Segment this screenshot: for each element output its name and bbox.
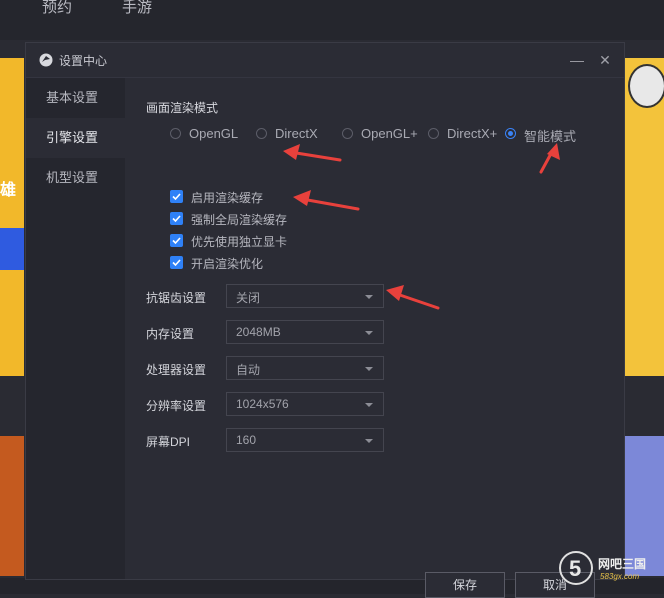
resolution-select[interactable]: 1024x576 (226, 392, 384, 416)
radio-label: DirectX+ (447, 126, 498, 141)
minimize-button[interactable]: — (568, 51, 586, 69)
select-value: 关闭 (236, 291, 261, 305)
radio-circle[interactable] (505, 128, 516, 139)
settings-dialog: 设置中心 — ✕ 基本设置 引擎设置 机型设置 画面渲染模式 OpenGL Di… (25, 42, 625, 598)
chevron-down-icon (365, 367, 373, 371)
checkbox-label: 启用渲染缓存 (191, 191, 264, 205)
cloud-illustration (628, 64, 664, 108)
background-right-banner (624, 58, 664, 376)
radio-label: 智能模式 (524, 129, 577, 144)
radio-circle[interactable] (428, 128, 439, 139)
radio-label: OpenGL (189, 126, 239, 141)
render-mode-title: 画面渲染模式 (146, 101, 219, 115)
radio-circle[interactable] (256, 128, 267, 139)
engine-settings-panel: 画面渲染模式 OpenGL DirectX OpenGL+ DirectX+ 智… (125, 78, 624, 598)
checkbox-label: 优先使用独立显卡 (191, 235, 288, 249)
screen-dpi-label: 屏幕DPI (146, 435, 191, 449)
watermark-text: 网吧三国 (598, 557, 647, 571)
dialog-titlebar[interactable]: 设置中心 — ✕ (26, 43, 624, 78)
memory-label: 内存设置 (146, 327, 195, 341)
background-header: 预约 手游 (0, 0, 664, 40)
checkbox-label: 开启渲染优化 (191, 257, 264, 271)
select-value: 1024x576 (236, 397, 289, 411)
checkbox-checked-icon[interactable] (170, 234, 183, 247)
radio-circle[interactable] (170, 128, 181, 139)
radio-circle[interactable] (342, 128, 353, 139)
sidebar-item-device-model[interactable]: 机型设置 (26, 158, 125, 198)
app-logo-icon (39, 53, 53, 67)
checkbox-checked-icon[interactable] (170, 212, 183, 225)
sidebar-item-basic[interactable]: 基本设置 (26, 78, 125, 118)
chevron-down-icon (365, 331, 373, 335)
radio-label: OpenGL+ (361, 126, 418, 141)
banner-blue-block (0, 228, 24, 270)
radio-label: DirectX (275, 126, 318, 141)
processor-select[interactable]: 自动 (226, 356, 384, 380)
checkbox-checked-icon[interactable] (170, 256, 183, 269)
tab-mobile-games[interactable]: 手游 (122, 0, 152, 16)
memory-select[interactable]: 2048MB (226, 320, 384, 344)
background-game-card-left[interactable] (0, 436, 24, 576)
sidebar-item-engine[interactable]: 引擎设置 (26, 118, 125, 158)
screen-dpi-select[interactable]: 160 (226, 428, 384, 452)
resolution-label: 分辨率设置 (146, 399, 207, 413)
dialog-title: 设置中心 (59, 54, 108, 68)
chevron-down-icon (365, 403, 373, 407)
banner-text: 雄 (0, 182, 17, 199)
select-value: 2048MB (236, 325, 281, 339)
chevron-down-icon (365, 295, 373, 299)
save-button[interactable]: 保存 (425, 572, 505, 598)
select-value: 自动 (236, 363, 261, 377)
watermark-subtext: 583gx.com (600, 572, 640, 581)
tab-reservation[interactable]: 预约 (42, 0, 72, 16)
svg-text:5: 5 (569, 556, 581, 581)
checkbox-label: 强制全局渲染缓存 (191, 213, 288, 227)
processor-label: 处理器设置 (146, 363, 207, 377)
close-button[interactable]: ✕ (596, 51, 614, 69)
checkbox-checked-icon[interactable] (170, 190, 183, 203)
antialias-select[interactable]: 关闭 (226, 284, 384, 308)
select-value: 160 (236, 433, 257, 447)
settings-sidebar: 基本设置 引擎设置 机型设置 (26, 78, 125, 579)
chevron-down-icon (365, 439, 373, 443)
antialias-label: 抗锯齿设置 (146, 291, 207, 305)
background-left-banner: 雄 (0, 58, 24, 376)
